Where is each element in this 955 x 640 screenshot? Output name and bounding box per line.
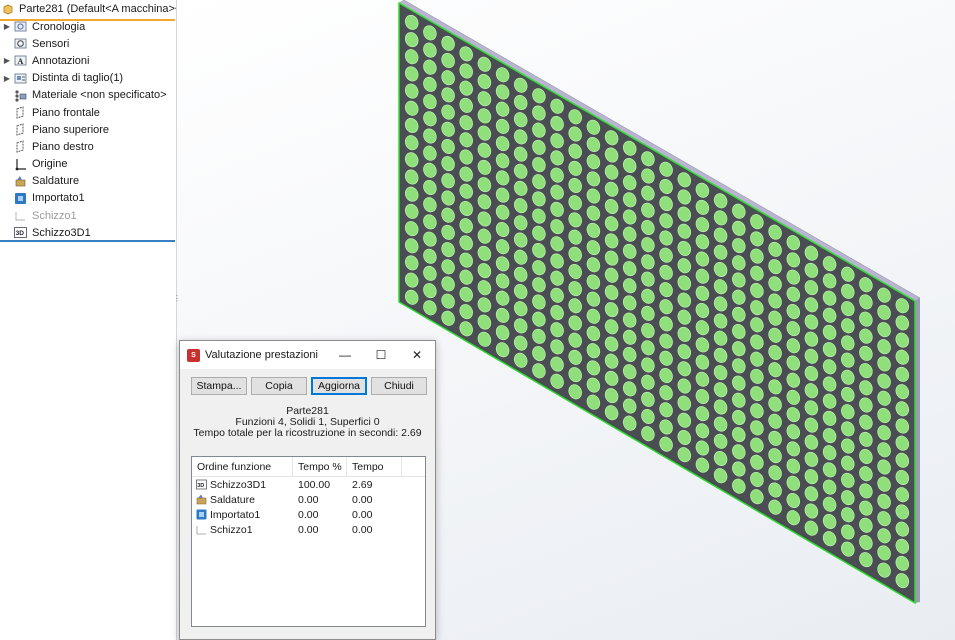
tree-item-label: Piano frontale: [32, 106, 100, 119]
weldment-icon: [196, 494, 207, 505]
tree-item-label: Schizzo3D1: [32, 226, 91, 239]
sketch-icon: [14, 209, 27, 222]
tree-item-label: Schizzo1: [32, 209, 77, 222]
row-feature-name: Schizzo3D1: [210, 478, 267, 491]
row-time: 0.00: [352, 493, 373, 506]
tree-item-label: Annotazioni: [32, 54, 90, 67]
sketch3d-icon: 3D: [196, 479, 207, 490]
feature-timing-table[interactable]: Ordine funzione Tempo % Tempo 3D Schizzo…: [191, 456, 426, 627]
total-rebuild-time: Tempo totale per la ricostruzione in sec…: [193, 427, 422, 439]
row-time: 0.00: [352, 523, 373, 536]
svg-text:3D: 3D: [16, 231, 25, 238]
panel-front-face: [398, 1, 916, 605]
performance-evaluation-dialog: S Valutazione prestazioni — ☐ ✕ Stampa..…: [179, 340, 436, 640]
annotation-icon: A: [14, 54, 27, 67]
dialog-titlebar[interactable]: S Valutazione prestazioni — ☐ ✕: [180, 341, 435, 369]
rollback-bar[interactable]: [0, 240, 175, 242]
feature-manager-tree: Parte281 (Default<A macchina><<De ▶ Cron…: [0, 0, 181, 640]
sketch-icon: [196, 524, 207, 535]
weldment-icon: [14, 175, 27, 188]
row-time: 2.69: [352, 478, 373, 491]
tree-item-label: Materiale <non specificato>: [32, 89, 167, 102]
row-feature-name: Importato1: [210, 508, 261, 521]
tree-item-piano-frontale[interactable]: Piano frontale: [0, 104, 177, 121]
part-icon: [2, 2, 14, 15]
imported-body-icon: [196, 509, 207, 520]
row-time: 0.00: [352, 508, 373, 521]
row-time-percent: 0.00: [298, 493, 319, 506]
copy-button[interactable]: Copia: [251, 377, 307, 395]
material-icon: [14, 89, 27, 102]
tree-item-sensori[interactable]: Sensori: [0, 35, 177, 52]
row-feature-name: Saldature: [210, 493, 255, 506]
sensor-icon: [14, 37, 27, 50]
cutlist-icon: [14, 72, 27, 85]
imported-body-icon: [14, 192, 27, 205]
rebuild-summary: Parte281 Funzioni 4, Solidi 1, Superfici…: [180, 406, 435, 439]
tree-item-label: Piano superiore: [32, 123, 110, 136]
tree-item-cronologia[interactable]: ▶ Cronologia: [0, 18, 177, 35]
tree-item-importato[interactable]: Importato1: [0, 190, 177, 207]
column-header-time[interactable]: Tempo: [347, 456, 402, 477]
origin-icon: [14, 158, 27, 171]
tree-item-origine[interactable]: Origine: [0, 156, 177, 173]
plane-icon: [14, 140, 27, 154]
row-feature-name: Schizzo1: [210, 523, 253, 536]
expand-arrow-icon[interactable]: ▶: [0, 22, 14, 31]
tree-item-annotazioni[interactable]: ▶ A Annotazioni: [0, 52, 177, 69]
svg-text:3D: 3D: [197, 483, 204, 489]
row-time-percent: 100.00: [298, 478, 331, 491]
tree-item-piano-superiore[interactable]: Piano superiore: [0, 121, 177, 138]
close-button[interactable]: Chiudi: [371, 377, 427, 395]
maximize-icon[interactable]: ☐: [363, 341, 399, 369]
tree-item-label: Sensori: [32, 37, 70, 50]
tree-item-schizzo3d1[interactable]: 3D Schizzo3D1: [0, 224, 177, 241]
minimize-icon[interactable]: —: [327, 341, 363, 369]
plane-icon: [14, 123, 27, 136]
tree-item-materiale[interactable]: Materiale <non specificato>: [0, 87, 177, 104]
plane-icon: [14, 106, 27, 119]
column-header-time-percent[interactable]: Tempo %: [293, 456, 347, 477]
row-time-percent: 0.00: [298, 508, 319, 521]
table-header: Ordine funzione Tempo % Tempo: [192, 456, 425, 477]
tree-item-label: Saldature: [32, 175, 80, 188]
sketch3d-icon: 3D: [14, 226, 27, 239]
table-row[interactable]: Importato1 0.00 0.00: [192, 507, 425, 522]
column-header-feature-order[interactable]: Ordine funzione: [192, 456, 293, 477]
tree-item-distinta[interactable]: ▶ Distinta di taglio(1): [0, 70, 177, 87]
tree-item-saldature[interactable]: Saldature: [0, 173, 177, 190]
tree-root-label: Parte281 (Default<A macchina><<De: [19, 2, 176, 15]
table-row[interactable]: Saldature 0.00 0.00: [192, 492, 425, 507]
tree-item-label: Cronologia: [32, 20, 86, 33]
history-icon: [14, 20, 27, 33]
tree-item-piano-destro[interactable]: Piano destro: [0, 138, 177, 155]
dialog-title: Valutazione prestazioni: [205, 349, 318, 361]
panel-resize-handle[interactable]: ⋮: [173, 294, 181, 304]
print-button[interactable]: Stampa...: [191, 377, 247, 395]
tree-item-label: Distinta di taglio(1): [32, 72, 124, 85]
expand-arrow-icon[interactable]: ▶: [0, 74, 14, 83]
tree-item-label: Importato1: [32, 192, 85, 205]
table-row[interactable]: Schizzo1 0.00 0.00: [192, 522, 425, 537]
tree-item-schizzo1[interactable]: Schizzo1: [0, 207, 177, 224]
refresh-button[interactable]: Aggiorna: [311, 377, 367, 395]
svg-text:A: A: [18, 57, 24, 66]
expand-arrow-icon[interactable]: ▶: [0, 56, 14, 65]
tree-root-part[interactable]: Parte281 (Default<A macchina><<De: [0, 0, 176, 17]
dialog-button-row: Stampa... Copia Aggiorna Chiudi: [191, 377, 427, 395]
tree-item-label: Origine: [32, 158, 68, 171]
tree-item-label: Piano destro: [32, 140, 94, 153]
table-row[interactable]: 3D Schizzo3D1 100.00 2.69: [192, 477, 425, 492]
close-icon[interactable]: ✕: [399, 341, 435, 369]
solidworks-app-icon: S: [187, 348, 200, 362]
tree-items: ▶ Cronologia Sensori ▶ A Annotazioni ▶ D…: [0, 18, 177, 241]
row-time-percent: 0.00: [298, 523, 319, 536]
